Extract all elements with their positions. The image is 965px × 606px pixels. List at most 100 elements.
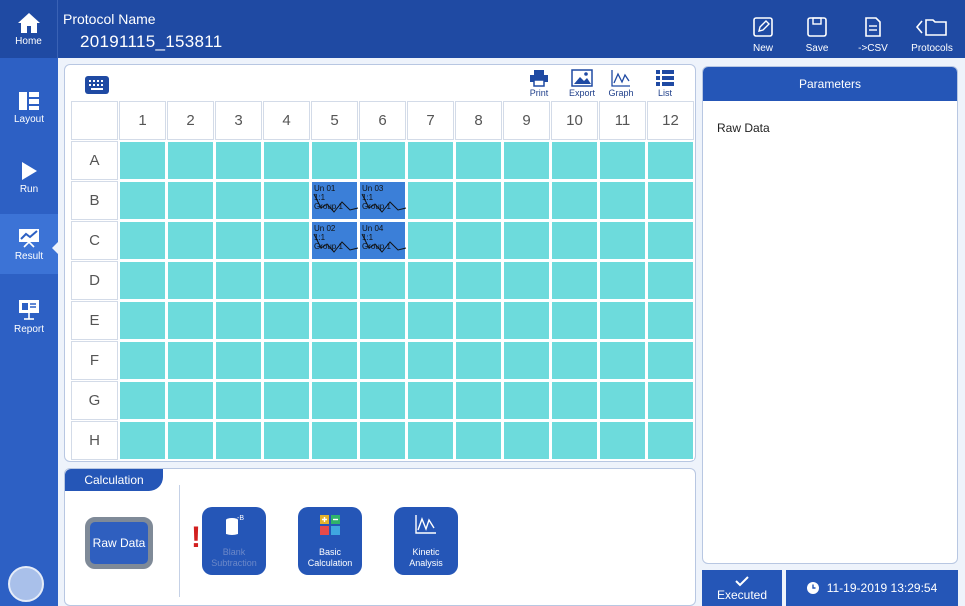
well-D1[interactable]	[119, 261, 166, 300]
well-C2[interactable]	[167, 221, 214, 260]
well-F9[interactable]	[503, 341, 550, 380]
well-E6[interactable]	[359, 301, 406, 340]
well-H1[interactable]	[119, 421, 166, 460]
well-E7[interactable]	[407, 301, 454, 340]
column-header-7[interactable]: 7	[407, 101, 454, 140]
well-E1[interactable]	[119, 301, 166, 340]
well-B9[interactable]	[503, 181, 550, 220]
well-B12[interactable]	[647, 181, 694, 220]
save-button[interactable]: Save	[791, 6, 843, 54]
row-header-E[interactable]: E	[71, 301, 118, 340]
export-button[interactable]: Export	[562, 69, 602, 101]
basic-calculation-button[interactable]: Basic Calculation	[298, 507, 362, 575]
well-D5[interactable]	[311, 261, 358, 300]
kinetic-analysis-button[interactable]: Kinetic Analysis	[394, 507, 458, 575]
well-C9[interactable]	[503, 221, 550, 260]
row-header-C[interactable]: C	[71, 221, 118, 260]
well-C6[interactable]: Un 04 1:1 Group 1	[359, 221, 407, 260]
well-H4[interactable]	[263, 421, 310, 460]
column-header-8[interactable]: 8	[455, 101, 502, 140]
well-A11[interactable]	[599, 141, 646, 180]
protocol-name-value[interactable]: 20191115_153811	[80, 32, 223, 52]
well-C11[interactable]	[599, 221, 646, 260]
well-G10[interactable]	[551, 381, 598, 420]
well-E4[interactable]	[263, 301, 310, 340]
well-F8[interactable]	[455, 341, 502, 380]
well-D11[interactable]	[599, 261, 646, 300]
well-C8[interactable]	[455, 221, 502, 260]
row-header-F[interactable]: F	[71, 341, 118, 380]
well-B6[interactable]: Un 03 1:1 Group 1	[359, 181, 407, 220]
well-F11[interactable]	[599, 341, 646, 380]
well-F5[interactable]	[311, 341, 358, 380]
well-D3[interactable]	[215, 261, 262, 300]
well-C7[interactable]	[407, 221, 454, 260]
column-header-9[interactable]: 9	[503, 101, 550, 140]
well-G11[interactable]	[599, 381, 646, 420]
list-button[interactable]: List	[645, 69, 685, 101]
well-G8[interactable]	[455, 381, 502, 420]
well-C12[interactable]	[647, 221, 694, 260]
well-F4[interactable]	[263, 341, 310, 380]
well-B4[interactable]	[263, 181, 310, 220]
well-C1[interactable]	[119, 221, 166, 260]
well-D7[interactable]	[407, 261, 454, 300]
well-B8[interactable]	[455, 181, 502, 220]
column-header-5[interactable]: 5	[311, 101, 358, 140]
well-F7[interactable]	[407, 341, 454, 380]
well-B11[interactable]	[599, 181, 646, 220]
well-H2[interactable]	[167, 421, 214, 460]
well-H6[interactable]	[359, 421, 406, 460]
calculation-tab[interactable]: Calculation	[65, 469, 163, 491]
graph-button[interactable]: Graph	[601, 69, 641, 101]
well-B10[interactable]	[551, 181, 598, 220]
new-button[interactable]: New	[737, 6, 789, 54]
well-F1[interactable]	[119, 341, 166, 380]
well-E2[interactable]	[167, 301, 214, 340]
well-G1[interactable]	[119, 381, 166, 420]
well-F12[interactable]	[647, 341, 694, 380]
row-header-H[interactable]: H	[71, 421, 118, 460]
well-B3[interactable]	[215, 181, 262, 220]
well-B7[interactable]	[407, 181, 454, 220]
well-E3[interactable]	[215, 301, 262, 340]
sidebar-item-report[interactable]: Report	[0, 286, 58, 346]
well-G2[interactable]	[167, 381, 214, 420]
well-A2[interactable]	[167, 141, 214, 180]
well-D8[interactable]	[455, 261, 502, 300]
well-A4[interactable]	[263, 141, 310, 180]
well-G7[interactable]	[407, 381, 454, 420]
well-H11[interactable]	[599, 421, 646, 460]
column-header-1[interactable]: 1	[119, 101, 166, 140]
well-A8[interactable]	[455, 141, 502, 180]
sidebar-item-layout[interactable]: Layout	[0, 78, 58, 138]
well-B2[interactable]	[167, 181, 214, 220]
column-header-6[interactable]: 6	[359, 101, 406, 140]
sidebar-item-result[interactable]: Result	[0, 214, 58, 274]
well-F3[interactable]	[215, 341, 262, 380]
well-G3[interactable]	[215, 381, 262, 420]
column-header-2[interactable]: 2	[167, 101, 214, 140]
well-C3[interactable]	[215, 221, 262, 260]
well-D9[interactable]	[503, 261, 550, 300]
well-H12[interactable]	[647, 421, 694, 460]
well-G4[interactable]	[263, 381, 310, 420]
well-H5[interactable]	[311, 421, 358, 460]
well-D10[interactable]	[551, 261, 598, 300]
well-A3[interactable]	[215, 141, 262, 180]
well-A12[interactable]	[647, 141, 694, 180]
well-D12[interactable]	[647, 261, 694, 300]
well-H3[interactable]	[215, 421, 262, 460]
row-header-D[interactable]: D	[71, 261, 118, 300]
blank-subtraction-button[interactable]: -B Blank Subtraction	[202, 507, 266, 575]
well-A10[interactable]	[551, 141, 598, 180]
well-D2[interactable]	[167, 261, 214, 300]
well-D6[interactable]	[359, 261, 406, 300]
well-B5[interactable]: Un 01 1:1 Group 1	[311, 181, 359, 220]
column-header-3[interactable]: 3	[215, 101, 262, 140]
well-G9[interactable]	[503, 381, 550, 420]
executed-status[interactable]: Executed	[702, 570, 782, 606]
well-G12[interactable]	[647, 381, 694, 420]
well-E8[interactable]	[455, 301, 502, 340]
well-D4[interactable]	[263, 261, 310, 300]
